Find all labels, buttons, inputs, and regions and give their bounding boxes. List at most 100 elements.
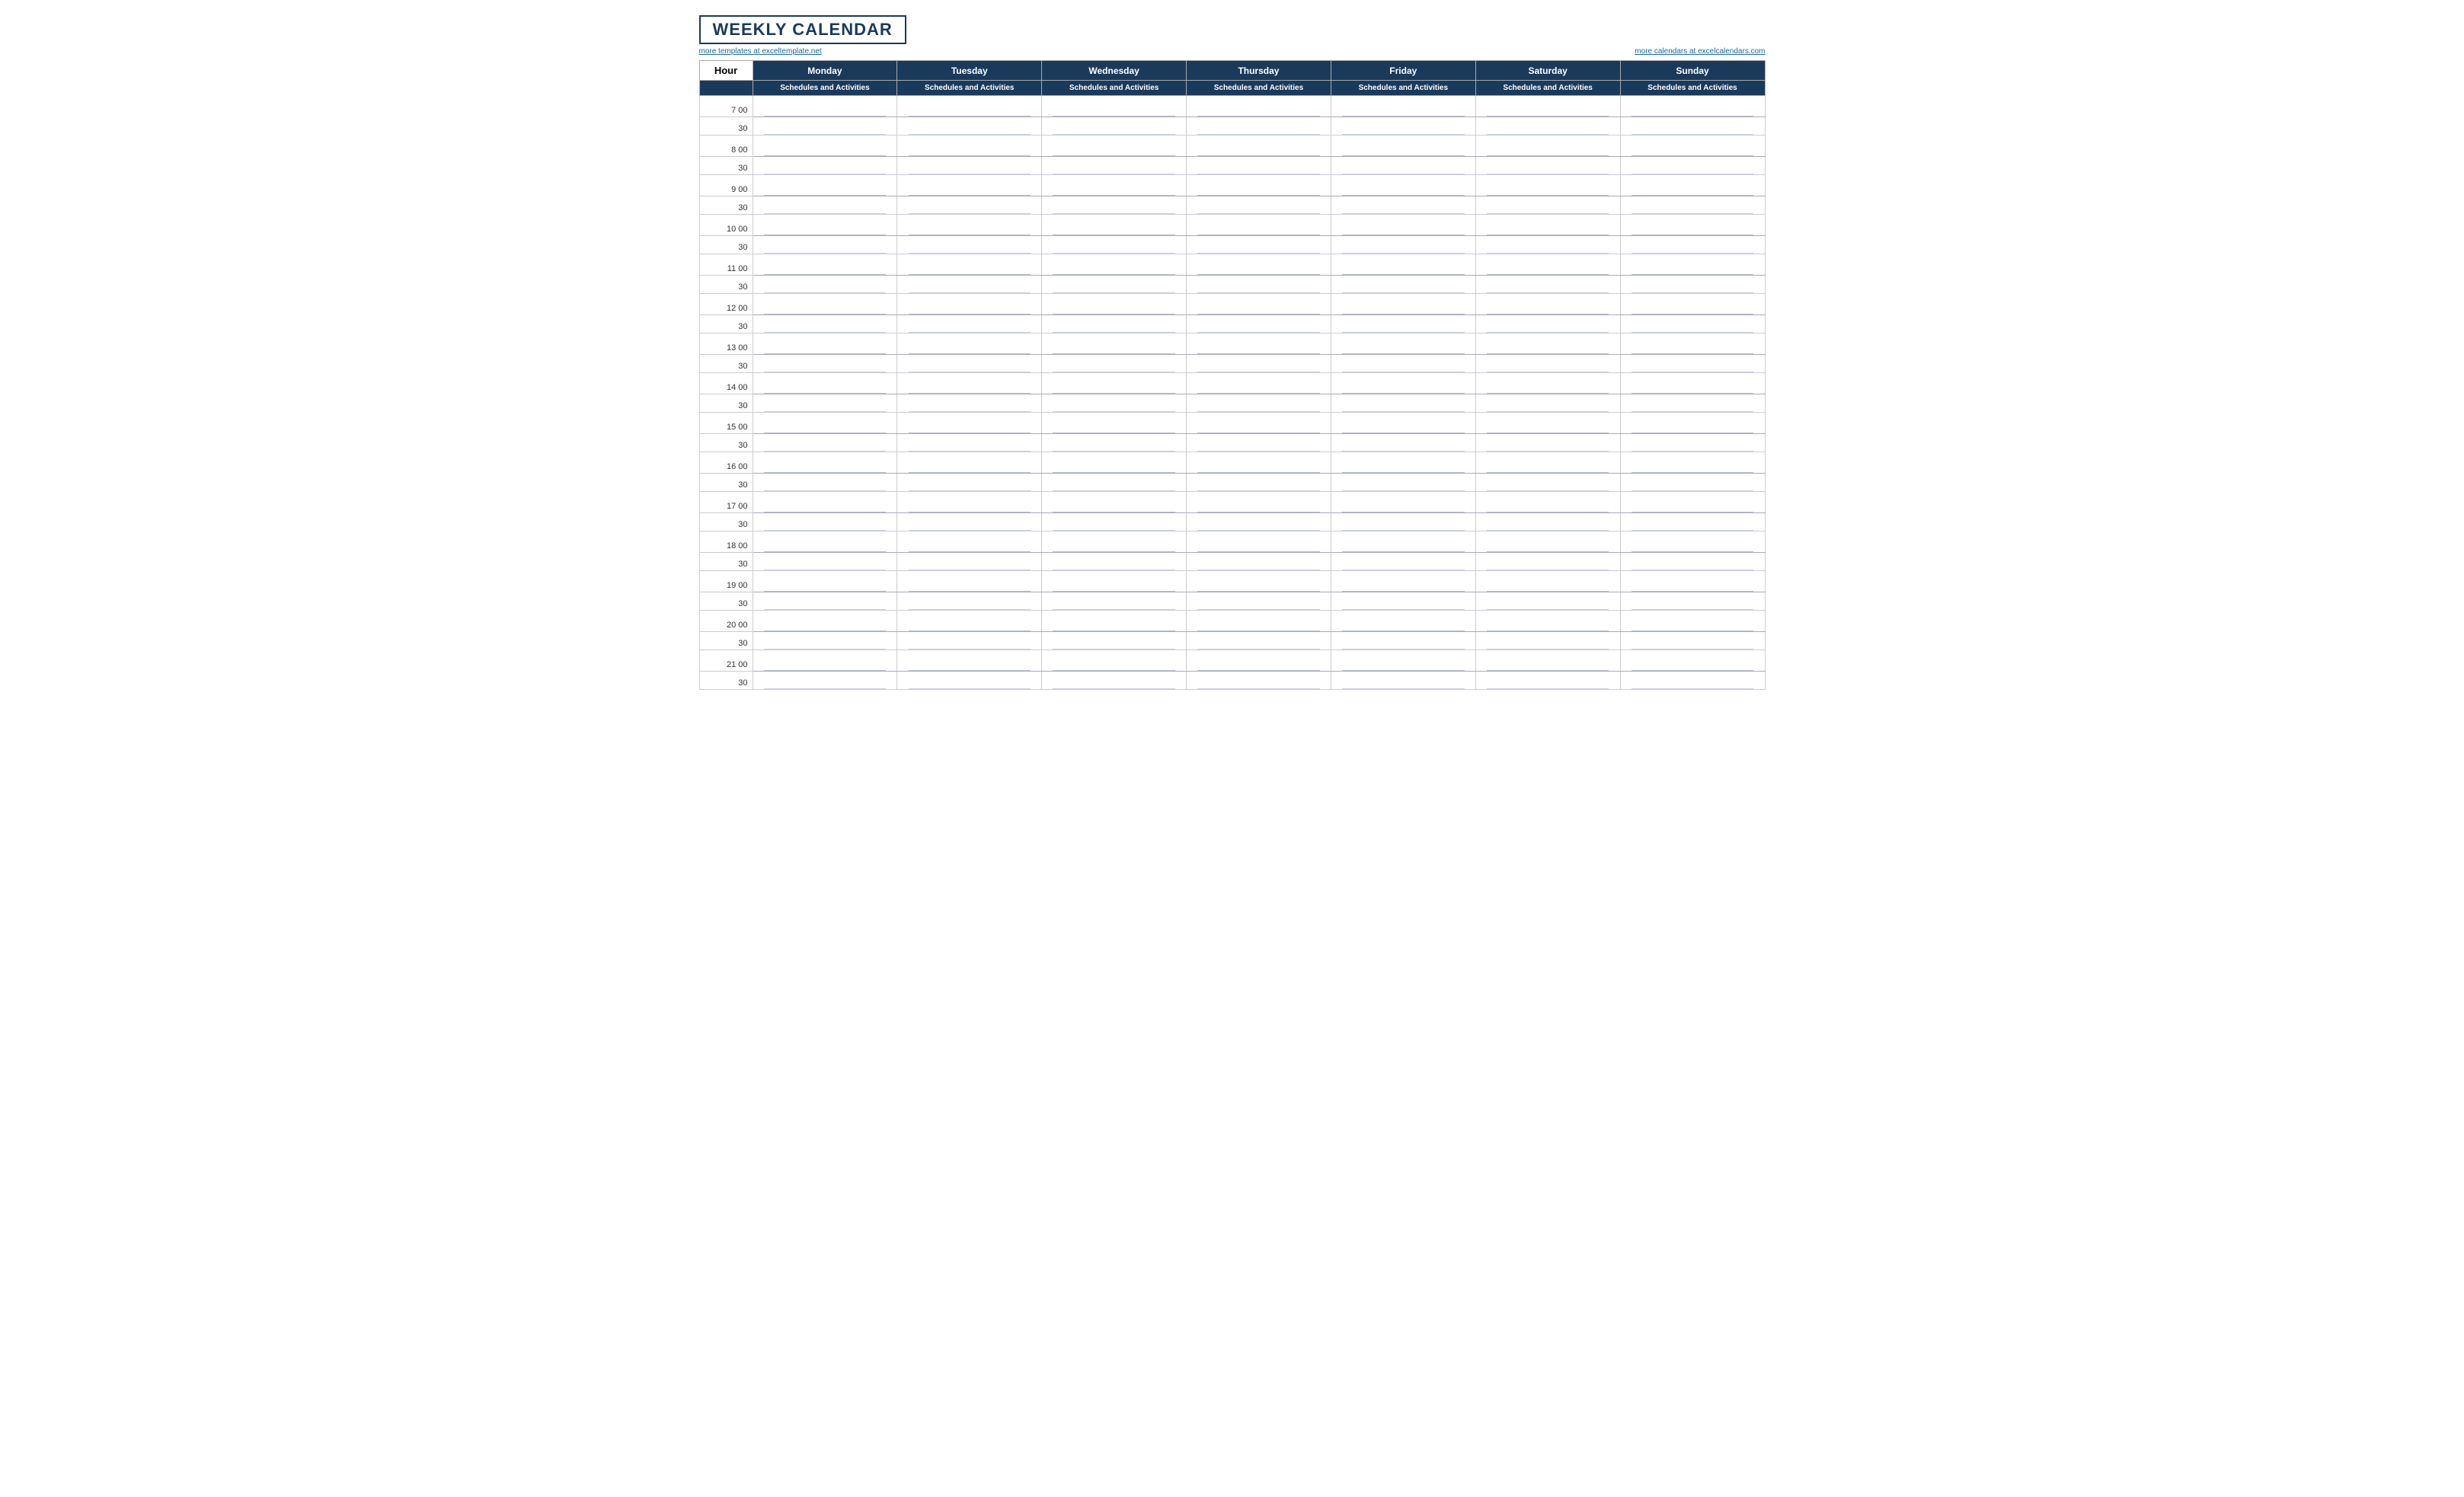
schedule-cell[interactable] bbox=[1187, 672, 1331, 690]
schedule-cell[interactable] bbox=[1620, 196, 1765, 215]
schedule-cell[interactable] bbox=[1331, 373, 1475, 394]
schedule-cell[interactable] bbox=[1187, 315, 1331, 334]
schedule-cell[interactable] bbox=[753, 413, 897, 434]
schedule-cell[interactable] bbox=[1331, 672, 1475, 690]
schedule-cell[interactable] bbox=[753, 334, 897, 355]
schedule-cell[interactable] bbox=[1475, 571, 1620, 592]
schedule-cell[interactable] bbox=[1620, 632, 1765, 650]
schedule-cell[interactable] bbox=[1187, 531, 1331, 553]
schedule-cell[interactable] bbox=[753, 355, 897, 373]
schedule-cell[interactable] bbox=[1042, 236, 1187, 254]
schedule-cell[interactable] bbox=[753, 611, 897, 632]
schedule-cell[interactable] bbox=[897, 315, 1042, 334]
schedule-cell[interactable] bbox=[1187, 215, 1331, 236]
schedule-cell[interactable] bbox=[753, 531, 897, 553]
schedule-cell[interactable] bbox=[1475, 474, 1620, 492]
schedule-cell[interactable] bbox=[1331, 650, 1475, 672]
schedule-cell[interactable] bbox=[753, 117, 897, 136]
schedule-cell[interactable] bbox=[1331, 215, 1475, 236]
schedule-cell[interactable] bbox=[1042, 373, 1187, 394]
schedule-cell[interactable] bbox=[1331, 434, 1475, 452]
schedule-cell[interactable] bbox=[1187, 373, 1331, 394]
schedule-cell[interactable] bbox=[897, 254, 1042, 276]
schedule-cell[interactable] bbox=[1475, 175, 1620, 196]
schedule-cell[interactable] bbox=[1042, 196, 1187, 215]
schedule-cell[interactable] bbox=[1331, 315, 1475, 334]
schedule-cell[interactable] bbox=[1331, 474, 1475, 492]
schedule-cell[interactable] bbox=[1620, 571, 1765, 592]
schedule-cell[interactable] bbox=[1042, 632, 1187, 650]
schedule-cell[interactable] bbox=[1331, 452, 1475, 474]
schedule-cell[interactable] bbox=[753, 136, 897, 157]
schedule-cell[interactable] bbox=[1187, 276, 1331, 294]
schedule-cell[interactable] bbox=[1475, 355, 1620, 373]
schedule-cell[interactable] bbox=[897, 571, 1042, 592]
schedule-cell[interactable] bbox=[897, 334, 1042, 355]
schedule-cell[interactable] bbox=[1620, 413, 1765, 434]
schedule-cell[interactable] bbox=[1475, 254, 1620, 276]
schedule-cell[interactable] bbox=[1331, 276, 1475, 294]
schedule-cell[interactable] bbox=[1042, 334, 1187, 355]
schedule-cell[interactable] bbox=[1331, 413, 1475, 434]
schedule-cell[interactable] bbox=[1042, 315, 1187, 334]
schedule-cell[interactable] bbox=[897, 373, 1042, 394]
schedule-cell[interactable] bbox=[1620, 334, 1765, 355]
schedule-cell[interactable] bbox=[897, 117, 1042, 136]
schedule-cell[interactable] bbox=[1331, 492, 1475, 513]
schedule-cell[interactable] bbox=[753, 196, 897, 215]
schedule-cell[interactable] bbox=[1331, 334, 1475, 355]
schedule-cell[interactable] bbox=[1187, 474, 1331, 492]
schedule-cell[interactable] bbox=[897, 276, 1042, 294]
schedule-cell[interactable] bbox=[1187, 136, 1331, 157]
schedule-cell[interactable] bbox=[1475, 531, 1620, 553]
schedule-cell[interactable] bbox=[1042, 492, 1187, 513]
schedule-cell[interactable] bbox=[1331, 117, 1475, 136]
schedule-cell[interactable] bbox=[1187, 611, 1331, 632]
schedule-cell[interactable] bbox=[1042, 394, 1187, 413]
schedule-cell[interactable] bbox=[1620, 315, 1765, 334]
schedule-cell[interactable] bbox=[753, 96, 897, 117]
schedule-cell[interactable] bbox=[1620, 513, 1765, 531]
schedule-cell[interactable] bbox=[1331, 294, 1475, 315]
schedule-cell[interactable] bbox=[1620, 592, 1765, 611]
schedule-cell[interactable] bbox=[1042, 452, 1187, 474]
schedule-cell[interactable] bbox=[897, 236, 1042, 254]
schedule-cell[interactable] bbox=[753, 592, 897, 611]
schedule-cell[interactable] bbox=[1187, 236, 1331, 254]
schedule-cell[interactable] bbox=[1331, 513, 1475, 531]
schedule-cell[interactable] bbox=[1620, 394, 1765, 413]
schedule-cell[interactable] bbox=[1187, 254, 1331, 276]
schedule-cell[interactable] bbox=[1187, 196, 1331, 215]
schedule-cell[interactable] bbox=[1042, 117, 1187, 136]
schedule-cell[interactable] bbox=[753, 254, 897, 276]
schedule-cell[interactable] bbox=[753, 650, 897, 672]
schedule-cell[interactable] bbox=[1187, 452, 1331, 474]
schedule-cell[interactable] bbox=[1620, 531, 1765, 553]
schedule-cell[interactable] bbox=[1042, 96, 1187, 117]
schedule-cell[interactable] bbox=[753, 571, 897, 592]
schedule-cell[interactable] bbox=[753, 373, 897, 394]
right-link[interactable]: more calendars at excelcalendars.com bbox=[1635, 47, 1765, 56]
schedule-cell[interactable] bbox=[1187, 592, 1331, 611]
schedule-cell[interactable] bbox=[1331, 236, 1475, 254]
schedule-cell[interactable] bbox=[1187, 571, 1331, 592]
schedule-cell[interactable] bbox=[897, 355, 1042, 373]
schedule-cell[interactable] bbox=[1475, 592, 1620, 611]
schedule-cell[interactable] bbox=[897, 672, 1042, 690]
schedule-cell[interactable] bbox=[1475, 96, 1620, 117]
left-link[interactable]: more templates at exceltemplate.net bbox=[699, 47, 822, 56]
schedule-cell[interactable] bbox=[897, 452, 1042, 474]
schedule-cell[interactable] bbox=[1475, 373, 1620, 394]
schedule-cell[interactable] bbox=[1475, 513, 1620, 531]
schedule-cell[interactable] bbox=[1042, 215, 1187, 236]
schedule-cell[interactable] bbox=[1187, 434, 1331, 452]
schedule-cell[interactable] bbox=[897, 394, 1042, 413]
schedule-cell[interactable] bbox=[1620, 492, 1765, 513]
schedule-cell[interactable] bbox=[1187, 394, 1331, 413]
schedule-cell[interactable] bbox=[1187, 334, 1331, 355]
schedule-cell[interactable] bbox=[1620, 236, 1765, 254]
schedule-cell[interactable] bbox=[897, 175, 1042, 196]
schedule-cell[interactable] bbox=[1475, 334, 1620, 355]
schedule-cell[interactable] bbox=[1042, 672, 1187, 690]
schedule-cell[interactable] bbox=[1620, 175, 1765, 196]
